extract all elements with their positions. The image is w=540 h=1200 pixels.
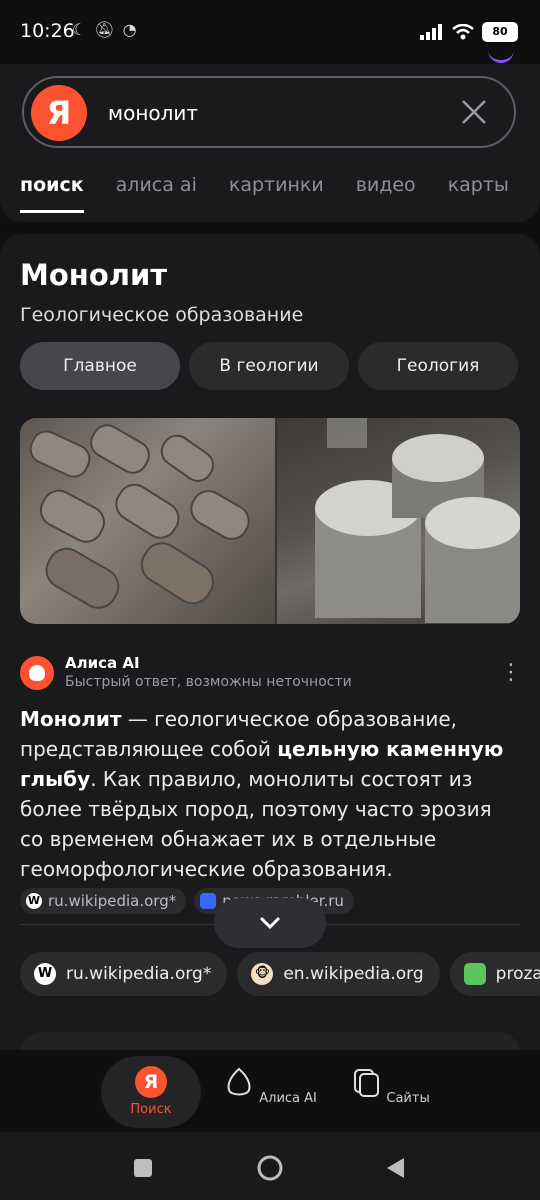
tab-search[interactable]: поиск	[20, 174, 84, 213]
entity-chips: Главное В геологии Геология	[20, 342, 518, 390]
nav-alisa[interactable]: Алиса AI	[220, 1056, 320, 1128]
alisa-answer-text: Монолит — геологическое образование, пре…	[20, 704, 520, 884]
nav-sites[interactable]: Сайты	[340, 1056, 440, 1128]
avatar[interactable]	[488, 38, 514, 63]
signal-icon	[420, 24, 442, 40]
close-icon[interactable]	[458, 96, 490, 128]
core-samples-illustration	[29, 424, 250, 609]
alisa-outline-icon	[227, 1067, 251, 1096]
nav-search[interactable]: Я Поиск	[101, 1056, 201, 1128]
source-chips: W ru.wikipedia.org* 🐵 en.wikipedia.org p…	[20, 952, 540, 996]
recent-apps-icon[interactable]	[133, 1158, 153, 1178]
source-ru-wikipedia[interactable]: W ru.wikipedia.org*	[20, 952, 228, 996]
source-label: ru.wikipedia.org*	[66, 964, 212, 984]
entity-images	[20, 418, 520, 624]
chevron-down-icon	[260, 917, 280, 930]
alisa-icon	[20, 656, 54, 690]
alisa-name: Алиса AI	[65, 654, 140, 672]
nav-search-label: Поиск	[130, 1102, 172, 1117]
image-rock-cylinders[interactable]	[277, 418, 520, 624]
back-icon[interactable]	[384, 1156, 406, 1180]
mute-icon: 🔕︎	[94, 20, 115, 39]
home-icon[interactable]	[256, 1154, 284, 1182]
system-navigation-bar	[0, 1136, 540, 1200]
source-proza[interactable]: proza	[449, 952, 540, 996]
source-label: proza	[495, 964, 540, 984]
answer-source-wikipedia[interactable]: W ru.wikipedia.org*	[20, 888, 187, 914]
entity-title: Монолит	[20, 258, 168, 292]
answer-text-2: . Как правило, монолиты состоят из более…	[20, 767, 492, 881]
tab-video[interactable]: видео	[356, 174, 416, 213]
moon-icon: ☾	[72, 20, 87, 39]
alisa-disclaimer: Быстрый ответ, возможны неточности	[65, 674, 352, 690]
more-options-icon[interactable]: ⋮	[500, 658, 522, 688]
chip-geology[interactable]: Геология	[358, 342, 518, 390]
tab-images[interactable]: картинки	[229, 174, 324, 213]
search-bar[interactable]: Я монолит	[22, 76, 516, 148]
rock-cylinders-illustration	[315, 418, 520, 623]
rambler-icon	[200, 893, 217, 909]
tab-alisa-ai[interactable]: алиса ai	[116, 174, 197, 213]
status-time: 10:26	[20, 20, 75, 42]
status-notification-icons: ☾ 🔕︎ ◔	[72, 20, 137, 39]
image-core-samples[interactable]	[20, 418, 275, 624]
yandex-icon: Я	[135, 1066, 167, 1098]
tab-maps[interactable]: карты	[448, 174, 509, 213]
entity-subtitle: Геологическое образование	[20, 304, 304, 326]
proza-icon	[463, 963, 486, 985]
source-en-wikipedia[interactable]: 🐵 en.wikipedia.org	[237, 952, 440, 996]
sites-icon	[354, 1069, 380, 1097]
search-header: Я монолит поиск алиса ai картинки видео …	[0, 64, 540, 222]
answer-term: Монолит	[20, 707, 122, 731]
wikipedia-icon: W	[26, 893, 42, 909]
expand-answer-button[interactable]	[214, 898, 326, 948]
chat-icon: ◔	[122, 20, 137, 39]
wifi-icon	[452, 24, 474, 40]
wikipedia-icon: W	[34, 963, 56, 985]
yandex-logo[interactable]: Я	[31, 85, 87, 141]
answer-source-label: ru.wikipedia.org*	[48, 892, 177, 910]
bottom-navigation: Я Поиск Алиса AI Сайты	[0, 1050, 540, 1132]
status-bar: 10:26 ☾ 🔕︎ ◔ 80	[0, 0, 540, 64]
search-tabs: поиск алиса ai картинки видео карты	[20, 174, 509, 213]
chip-main[interactable]: Главное	[20, 342, 180, 390]
source-label: en.wikipedia.org	[283, 964, 424, 984]
chip-in-geology[interactable]: В геологии	[189, 342, 349, 390]
monkey-icon: 🐵	[251, 963, 274, 985]
nav-alisa-label: Алиса AI	[259, 1091, 317, 1106]
search-input[interactable]: монолит	[108, 101, 198, 125]
nav-sites-label: Сайты	[386, 1091, 430, 1106]
alisa-answer-header: Алиса AI Быстрый ответ, возможны неточно…	[20, 654, 522, 694]
